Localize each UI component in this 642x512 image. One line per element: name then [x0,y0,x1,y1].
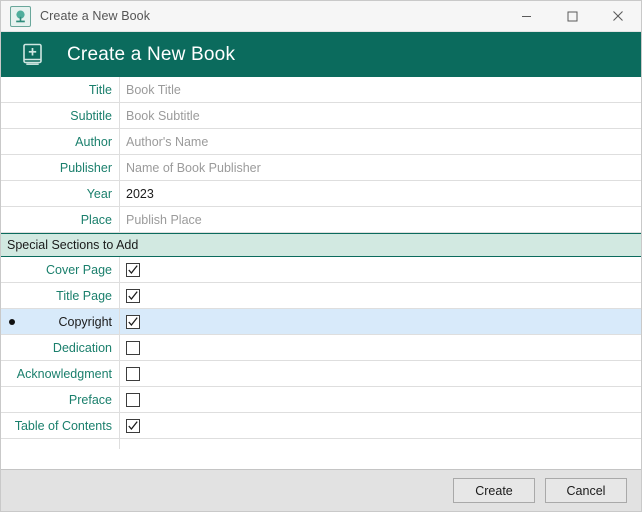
field-label: Place [80,212,112,227]
section-label: Title Page [56,288,112,303]
row-marker [1,387,23,412]
list-bottom-spacer [1,439,641,449]
window-titlebar: Create a New Book [1,1,641,32]
checkbox-checked-icon[interactable] [126,314,140,329]
close-icon[interactable] [595,1,641,32]
section-checkbox-cell[interactable] [119,283,641,308]
special-sections-list: Cover Page Title Page Copyright Dedication A… [1,257,641,439]
tree-book-icon [10,5,31,27]
row-marker [1,77,23,102]
section-checkbox-cell[interactable] [119,361,641,386]
field-label: Publisher [59,160,112,175]
row-marker [1,155,23,180]
current-row-indicator [9,318,15,325]
special-sections-title: Special Sections to Add [7,238,139,252]
row-marker [1,181,23,206]
checkbox-unchecked-icon[interactable] [126,392,140,407]
row-marker [1,129,23,154]
maximize-icon[interactable] [549,1,595,32]
row-marker [1,207,23,232]
field-placeholder: Name of Book Publisher [126,160,261,175]
form-row: Title Book Title [1,77,641,103]
row-marker [1,309,23,334]
field-input[interactable]: 2023 [119,181,641,206]
create-new-book-dialog: Create a New Book Create a New Book Titl… [0,0,642,512]
window-title: Create a New Book [40,9,151,23]
section-checkbox-cell[interactable] [119,387,641,412]
form-row: Place Publish Place [1,207,641,233]
section-label: Copyright [58,314,113,329]
checkbox-unchecked-icon[interactable] [126,340,140,355]
spacer-right [119,439,641,449]
minimize-icon[interactable] [503,1,549,32]
field-label: Subtitle [70,108,112,123]
field-placeholder: Book Subtitle [126,108,200,123]
section-row[interactable]: Title Page [1,283,641,309]
section-label: Cover Page [45,262,112,277]
dialog-footer: Create Cancel [1,469,641,511]
dialog-header: Create a New Book [1,32,641,77]
form-area: Title Book Title Subtitle Book Subtitle Auth… [1,77,641,469]
section-row[interactable]: Copyright [1,309,641,335]
form-row: Subtitle Book Subtitle [1,103,641,129]
window-controls [503,1,641,32]
create-button[interactable]: Create [453,478,535,503]
checkbox-checked-icon[interactable] [126,262,140,277]
section-row[interactable]: Cover Page [1,257,641,283]
cancel-button[interactable]: Cancel [545,478,627,503]
field-placeholder: Book Title [126,82,181,97]
section-label: Preface [68,392,112,407]
checkbox-checked-icon[interactable] [126,288,140,303]
field-label: Author [75,134,112,149]
section-label: Acknowledgment [16,366,112,381]
row-marker [1,283,23,308]
section-label: Table of Contents [14,418,112,433]
section-checkbox-cell[interactable] [119,257,641,282]
section-row[interactable]: Table of Contents [1,413,641,439]
checkbox-unchecked-icon[interactable] [126,366,140,381]
form-row: Publisher Name of Book Publisher [1,155,641,181]
spacer-left [1,439,119,449]
section-label: Dedication [52,340,112,355]
section-row[interactable]: Preface [1,387,641,413]
form-row: Year 2023 [1,181,641,207]
special-sections-header: Special Sections to Add [1,233,641,257]
field-placeholder: Author's Name [126,134,209,149]
section-row[interactable]: Acknowledgment [1,361,641,387]
row-marker [1,335,23,360]
row-marker [1,257,23,282]
field-label: Title [88,82,112,97]
section-checkbox-cell[interactable] [119,309,641,334]
section-checkbox-cell[interactable] [119,413,641,438]
row-marker [1,103,23,128]
field-placeholder: Publish Place [126,212,202,227]
metadata-fields: Title Book Title Subtitle Book Subtitle Auth… [1,77,641,233]
field-input[interactable]: Name of Book Publisher [119,155,641,180]
section-checkbox-cell[interactable] [119,335,641,360]
field-value: 2023 [126,186,154,201]
field-input[interactable]: Author's Name [119,129,641,154]
page-title: Create a New Book [67,43,236,65]
book-plus-icon [19,41,46,68]
field-input[interactable]: Book Subtitle [119,103,641,128]
form-row: Author Author's Name [1,129,641,155]
checkbox-checked-icon[interactable] [126,418,140,433]
field-input[interactable]: Book Title [119,77,641,102]
section-row[interactable]: Dedication [1,335,641,361]
field-label: Year [86,186,112,201]
field-input[interactable]: Publish Place [119,207,641,232]
